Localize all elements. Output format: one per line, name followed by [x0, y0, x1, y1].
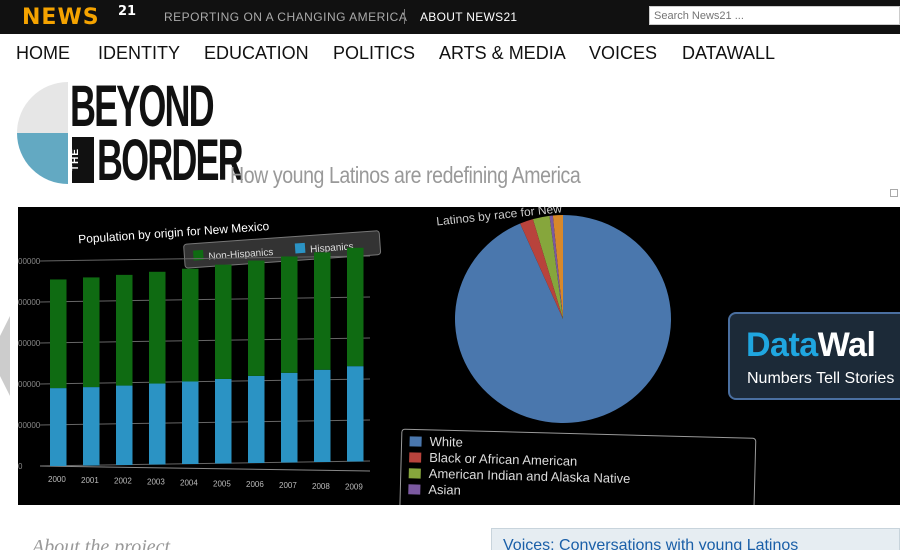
y-tick-label: 0	[18, 462, 23, 471]
legend-label-asian: Asian	[428, 482, 461, 498]
brand-title-border: BORDER	[97, 128, 244, 193]
bar-hispanics-2008	[314, 369, 331, 462]
site-tagline: REPORTING ON A CHANGING AMERICA	[164, 10, 408, 24]
pie-chart-slices	[455, 215, 671, 423]
y-tick-label: 00000	[18, 380, 41, 389]
voices-link[interactable]: Voices: Conversations with young Latinos	[503, 537, 798, 550]
bar-chart: Population by origin for New Mexico Non-…	[18, 219, 382, 492]
main-nav: HOME IDENTITY EDUCATION POLITICS ARTS & …	[0, 34, 900, 74]
legend-swatch-american-indian	[408, 468, 421, 479]
bar-non-hispanics-2003	[149, 271, 166, 384]
bar-hispanics-2005	[215, 378, 232, 464]
brand-title-the: THE	[70, 137, 94, 183]
x-tick-label: 2001	[81, 476, 99, 485]
bar-non-hispanics-2005	[215, 264, 232, 379]
x-tick-label: 2006	[246, 480, 264, 489]
x-tick-label: 2004	[180, 478, 198, 487]
logo-text: NEWS	[22, 5, 100, 30]
legend-swatch-white	[409, 436, 422, 447]
pie-chart: Latinos by race for New White Black or A…	[399, 207, 757, 505]
bar-hispanics-2002	[116, 385, 133, 465]
top-bar: NEWS 21 REPORTING ON A CHANGING AMERICA …	[0, 0, 900, 34]
nav-item-voices[interactable]: VOICES	[589, 43, 657, 64]
bar-non-hispanics-2006	[248, 260, 265, 376]
bar-hispanics-2003	[149, 383, 166, 465]
about-news21-link[interactable]: ABOUT NEWS21	[420, 10, 517, 24]
bar-chart-x-labels: 2000 2001 2002 2003 2004 2005 2006 2007 2008 2009	[48, 475, 363, 492]
bar-non-hispanics-2008	[314, 252, 331, 370]
bar-non-hispanics-2000	[50, 279, 67, 389]
legend-label-white: White	[429, 434, 463, 450]
x-tick-label: 2007	[279, 481, 297, 490]
bar-non-hispanics-2001	[83, 277, 100, 388]
bar-non-hispanics-2007	[281, 256, 298, 373]
x-axis-line	[39, 465, 371, 472]
about-heading: About the project	[32, 536, 171, 550]
slideshow-prev-arrow-icon[interactable]	[0, 316, 10, 396]
bar-hispanics-2006	[248, 375, 265, 463]
y-tick-label: 00000	[18, 421, 41, 430]
datawall-badge[interactable]: DataWal Numbers Tell Stories	[728, 312, 900, 400]
x-tick-label: 2002	[114, 477, 132, 486]
bar-hispanics-2000	[50, 388, 67, 466]
x-tick-label: 2008	[312, 482, 330, 491]
nav-item-identity[interactable]: IDENTITY	[98, 43, 180, 64]
bar-hispanics-2009	[347, 366, 364, 462]
bar-chart-y-ticks: 00000000000000000000000000	[18, 257, 41, 471]
y-tick-label: 00000	[18, 257, 41, 266]
nav-item-politics[interactable]: POLITICS	[333, 43, 415, 64]
bar-hispanics-2001	[83, 387, 100, 466]
legend-swatch-asian	[408, 484, 421, 495]
bar-non-hispanics-2009	[347, 247, 364, 367]
search-input[interactable]	[649, 6, 900, 25]
toggle-checkbox[interactable]	[890, 189, 898, 197]
datawall-title: DataWal	[746, 326, 876, 364]
nav-item-education[interactable]: EDUCATION	[204, 43, 309, 64]
bar-non-hispanics-2004	[182, 268, 199, 382]
x-tick-label: 2005	[213, 479, 231, 488]
bar-hispanics-2007	[281, 372, 298, 463]
bar-hispanics-2004	[182, 381, 199, 464]
x-tick-label: 2009	[345, 483, 363, 492]
nav-item-arts-media[interactable]: ARTS & MEDIA	[439, 43, 566, 64]
bar-non-hispanics-2002	[116, 274, 133, 386]
voices-panel: Voices: Conversations with young Latinos	[491, 528, 900, 550]
y-tick-label: 00000	[18, 298, 41, 307]
logo-number: 21	[118, 4, 137, 19]
bar-chart-bars	[50, 247, 364, 466]
datawall-subtitle: Numbers Tell Stories	[747, 370, 895, 387]
x-tick-label: 2000	[48, 475, 66, 484]
tagline-divider	[404, 9, 405, 24]
pie-chart-legend: White Black or African American American…	[399, 428, 757, 505]
x-tick-label: 2003	[147, 478, 165, 487]
banner-subtitle: How young Latinos are redefining America	[230, 162, 581, 188]
nav-item-datawall[interactable]: DATAWALL	[682, 43, 775, 64]
nav-item-home[interactable]: HOME	[16, 43, 70, 64]
y-tick-label: 00000	[18, 339, 41, 348]
legend-swatch-hispanics	[294, 242, 306, 254]
legend-swatch-black	[409, 452, 422, 463]
